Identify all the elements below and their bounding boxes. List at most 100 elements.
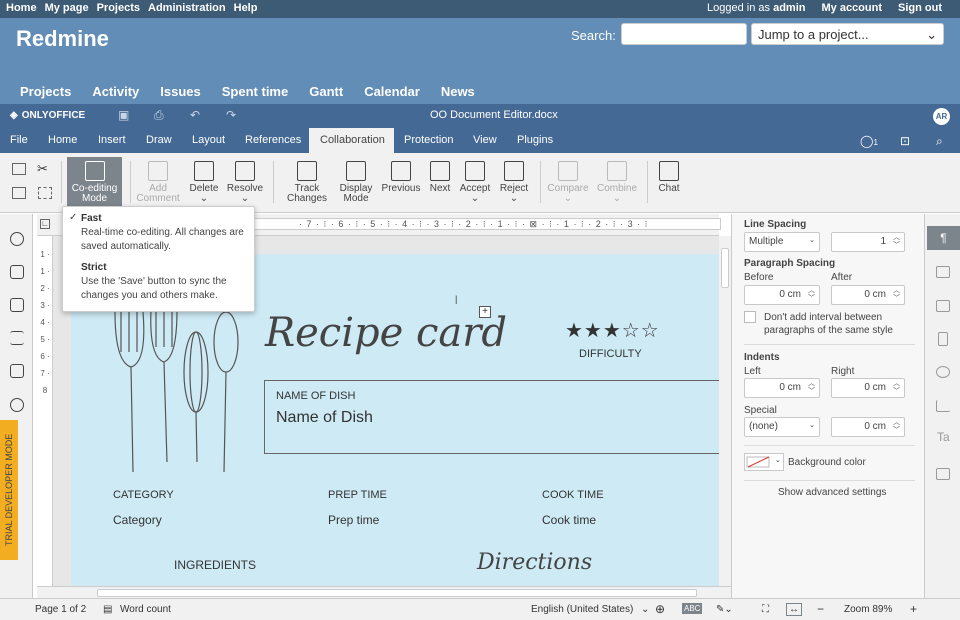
user-avatar[interactable]: AR — [933, 108, 950, 125]
top-link-home[interactable]: Home — [6, 2, 37, 14]
tab-file[interactable]: File — [3, 128, 35, 153]
feedback-icon[interactable] — [10, 364, 24, 378]
top-link-my-account[interactable]: My account — [821, 2, 882, 14]
previous-button[interactable]: Previous — [380, 157, 422, 194]
search-input[interactable] — [621, 23, 747, 45]
page-indicator[interactable]: Page 1 of 2 — [35, 604, 86, 615]
spacing-before-input[interactable]: 0 cm ︿ ﹀ — [744, 285, 820, 305]
main-menu-calendar[interactable]: Calendar — [364, 84, 420, 99]
image-settings-icon[interactable] — [936, 300, 950, 312]
globe-icon[interactable]: ⊕ — [655, 602, 665, 616]
zoom-level[interactable]: Zoom 89% — [844, 604, 892, 615]
copy-icon[interactable] — [12, 163, 26, 175]
jump-to-project-select[interactable]: Jump to a project... ⌄ — [751, 23, 944, 45]
right-indent-input[interactable]: 0 cm ︿ ﹀ — [831, 378, 905, 398]
top-link-help[interactable]: Help — [234, 2, 258, 14]
tab-stop-icon[interactable]: ∟ — [40, 219, 50, 229]
top-link-sign-out[interactable]: Sign out — [898, 2, 942, 14]
word-count-button[interactable]: Word count — [120, 604, 171, 615]
line-spacing-mode-select[interactable]: Multiple ⌄ — [744, 232, 820, 252]
display-mode-button[interactable]: Display Mode — [336, 157, 376, 204]
shape-settings-icon[interactable] — [936, 366, 950, 378]
combine-button[interactable]: Combine ⌄ — [596, 157, 638, 204]
tab-draw[interactable]: Draw — [139, 128, 179, 153]
spellcheck-icon[interactable]: ABC — [682, 603, 703, 614]
redmine-logo[interactable]: Redmine — [16, 26, 109, 52]
onlyoffice-logo[interactable]: ◈ ONLYOFFICE — [10, 110, 85, 121]
chat-icon[interactable] — [10, 298, 24, 312]
spinner-icon[interactable]: ︿ ﹀ — [893, 380, 900, 396]
redo-icon[interactable]: ↷ — [226, 108, 236, 122]
line-spacing-input[interactable]: 1 ︿ ﹀ — [831, 232, 905, 252]
zoom-out-icon[interactable]: − — [817, 602, 824, 616]
chat-button[interactable]: Chat — [654, 157, 684, 194]
dont-add-interval-checkbox[interactable] — [744, 311, 756, 323]
main-menu-gantt[interactable]: Gantt — [309, 84, 343, 99]
mail-merge-icon[interactable] — [936, 468, 950, 480]
next-button[interactable]: Next — [425, 157, 455, 194]
tab-insert[interactable]: Insert — [91, 128, 133, 153]
paste-icon[interactable] — [12, 187, 26, 199]
tab-collaboration[interactable]: Collaboration — [309, 128, 394, 153]
accept-button[interactable]: Accept ⌄ — [458, 157, 492, 204]
logged-in-user[interactable]: admin — [773, 2, 805, 14]
text-art-icon[interactable]: Ta — [937, 430, 950, 444]
vertical-scroll-thumb[interactable] — [721, 248, 729, 288]
main-menu-issues[interactable]: Issues — [160, 84, 200, 99]
special-indent-select[interactable]: (none) ⌄ — [744, 417, 820, 437]
co-editing-mode-button[interactable]: Co-editing Mode — [67, 157, 122, 207]
tab-layout[interactable]: Layout — [185, 128, 232, 153]
undo-icon[interactable]: ↶ — [190, 108, 200, 122]
search-icon[interactable] — [10, 232, 24, 246]
main-menu-projects[interactable]: Projects — [20, 84, 71, 99]
reject-button[interactable]: Reject ⌄ — [496, 157, 532, 204]
horizontal-scrollbar[interactable] — [37, 586, 731, 598]
header-footer-icon[interactable] — [938, 332, 948, 346]
menu-item-strict[interactable]: Strict Use the 'Save' button to sync the… — [81, 262, 254, 303]
tab-references[interactable]: References — [238, 128, 308, 153]
dish-name-box[interactable]: NAME OF DISH Name of Dish — [264, 380, 719, 454]
zoom-in-icon[interactable]: + — [910, 602, 917, 616]
save-icon[interactable]: ▣ — [118, 108, 129, 122]
navigation-icon[interactable] — [10, 331, 24, 345]
tab-protection[interactable]: Protection — [397, 128, 461, 153]
fit-page-icon[interactable]: ⛶ — [762, 604, 769, 615]
spinner-icon[interactable]: ︿ ﹀ — [808, 287, 815, 303]
track-changes-button[interactable]: Track Changes — [280, 157, 334, 204]
search-icon[interactable]: ⌕ — [936, 134, 943, 149]
top-link-administration[interactable]: Administration — [148, 2, 226, 14]
track-changes-status-icon[interactable]: ✎⌄ — [716, 604, 733, 615]
spinner-icon[interactable]: ︿ ﹀ — [893, 234, 900, 250]
delete-button[interactable]: Delete ⌄ — [184, 157, 224, 204]
spinner-icon[interactable]: ︿ ﹀ — [893, 419, 900, 435]
main-menu-activity[interactable]: Activity — [92, 84, 139, 99]
resolve-button[interactable]: Resolve ⌄ — [225, 157, 265, 204]
tab-view[interactable]: View — [466, 128, 504, 153]
special-indent-input[interactable]: 0 cm ︿ ﹀ — [831, 417, 905, 437]
about-icon[interactable] — [10, 398, 24, 412]
paragraph-settings-icon[interactable]: ¶ — [927, 226, 960, 250]
top-link-mypage[interactable]: My page — [45, 2, 89, 14]
vertical-scrollbar[interactable] — [719, 236, 731, 586]
print-icon[interactable]: ⎙ — [154, 108, 164, 123]
spinner-icon[interactable]: ︿ ﹀ — [808, 380, 815, 396]
left-indent-input[interactable]: 0 cm ︿ ﹀ — [744, 378, 820, 398]
table-settings-icon[interactable] — [936, 266, 950, 278]
add-comment-button[interactable]: Add Comment — [136, 157, 180, 204]
vertical-ruler[interactable]: 1 · 1 · 2 · 3 · 4 · 5 · 6 · 7 · 8 — [37, 236, 53, 586]
show-advanced-settings-link[interactable]: Show advanced settings — [778, 487, 886, 498]
background-color-picker[interactable]: ⌄ — [744, 453, 784, 471]
main-menu-spent-time[interactable]: Spent time — [222, 84, 288, 99]
chart-settings-icon[interactable] — [936, 400, 950, 412]
tab-home[interactable]: Home — [41, 128, 84, 153]
move-handle-icon[interactable]: + — [479, 306, 491, 318]
spinner-icon[interactable]: ︿ ﹀ — [893, 287, 900, 303]
menu-item-fast[interactable]: Fast Real-time co-editing. All changes a… — [81, 213, 254, 254]
horizontal-scroll-thumb[interactable] — [97, 589, 697, 597]
compare-button[interactable]: Compare ⌄ — [546, 157, 590, 204]
select-all-icon[interactable] — [38, 187, 52, 199]
tab-plugins[interactable]: Plugins — [510, 128, 560, 153]
spacing-after-input[interactable]: 0 cm ︿ ﹀ — [831, 285, 905, 305]
folder-icon[interactable]: ⊡ — [900, 134, 910, 148]
top-link-projects[interactable]: Projects — [97, 2, 140, 14]
